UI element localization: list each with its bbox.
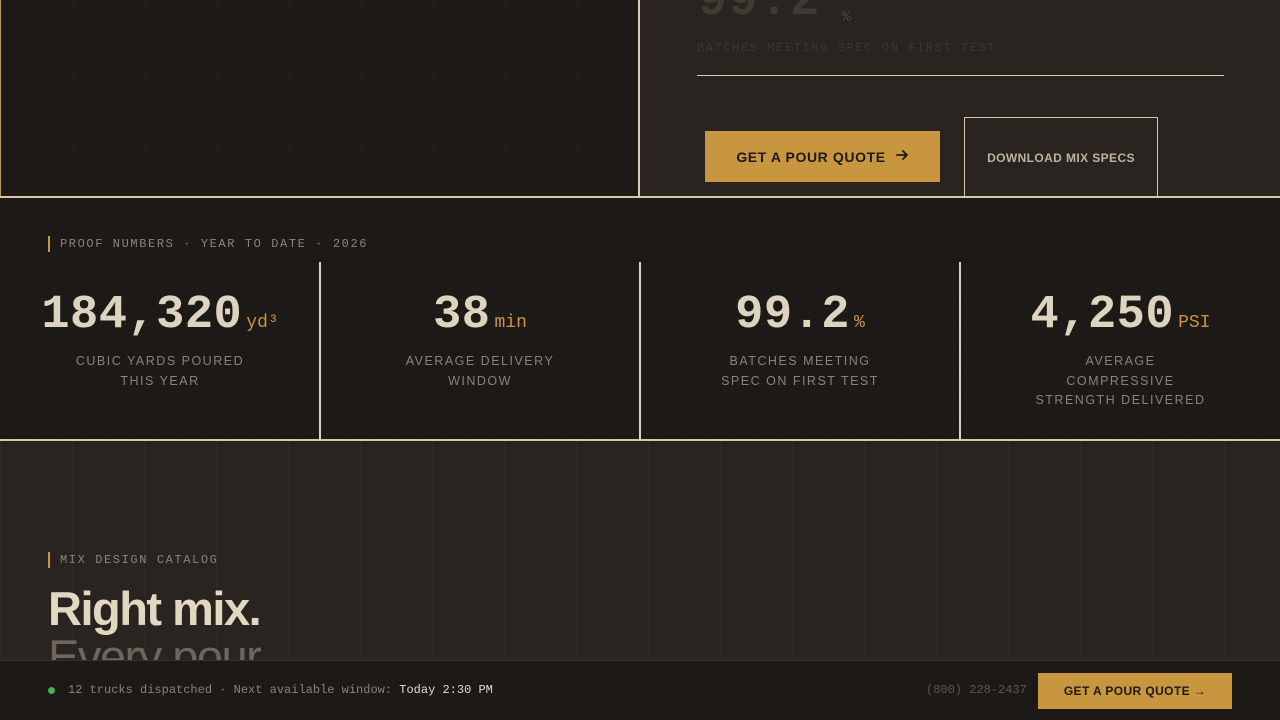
- stat-label-line: WINDOW: [448, 373, 512, 388]
- mix-catalog-section: MIX DESIGN CATALOG Right mix. Every pour…: [0, 441, 1280, 683]
- stat-label-line: SPEC ON FIRST TEST: [721, 373, 879, 388]
- catalog-eyebrow: MIX DESIGN CATALOG: [48, 552, 218, 568]
- arrow-right-icon: [895, 148, 909, 165]
- sticky-dispatch-bar: 12 trucks dispatched · Next available wi…: [0, 660, 1280, 720]
- phone-link[interactable]: (800) 228-2437: [926, 683, 1027, 697]
- stat-grid: 184,320 yd³ CUBIC YARDS POURED THIS YEAR…: [0, 262, 1280, 440]
- hero-stat-value: 99.2: [698, 0, 822, 29]
- proof-eyebrow-text: PROOF NUMBERS · YEAR TO DATE · 2026: [60, 237, 369, 251]
- get-pour-quote-button[interactable]: GET A POUR QUOTE: [705, 131, 940, 182]
- stat-unit: PSI: [1178, 313, 1211, 333]
- stat-label: AVERAGE COMPRESSIVE STRENGTH DELIVERED: [961, 352, 1280, 411]
- eyebrow-accent-bar: [48, 552, 50, 568]
- hero-media-panel: [0, 0, 640, 198]
- stat-value: 184,320: [41, 289, 243, 342]
- stat-label-line: BATCHES MEETING: [729, 354, 871, 368]
- status-dot-icon: [48, 687, 55, 694]
- catalog-eyebrow-text: MIX DESIGN CATALOG: [60, 553, 219, 567]
- stat-label-line: CUBIC YARDS POURED: [75, 354, 245, 368]
- hero-stat-unit: %: [842, 9, 852, 26]
- stat-compressive-strength: 4,250 PSI AVERAGE COMPRESSIVE STRENGTH D…: [959, 262, 1280, 440]
- hero-section: 99.2 % BATCHES MEETING SPEC ON FIRST TES…: [0, 0, 1280, 198]
- stat-batches-spec: 99.2 % BATCHES MEETING SPEC ON FIRST TES…: [639, 262, 959, 440]
- stat-unit: %: [854, 313, 865, 333]
- stat-cubic-yards: 184,320 yd³ CUBIC YARDS POURED THIS YEAR: [0, 262, 320, 440]
- hero-divider: [697, 75, 1224, 76]
- stat-label-line: THIS YEAR: [120, 373, 200, 388]
- stat-label-line: AVERAGE DELIVERY: [405, 354, 555, 368]
- stat-value: 99.2: [735, 289, 850, 342]
- hero-stat-label: BATCHES MEETING SPEC ON FIRST TEST: [697, 41, 997, 55]
- download-mix-specs-button[interactable]: DOWNLOAD MIX SPECS: [964, 117, 1158, 198]
- footer-pour-quote-button[interactable]: GET A POUR QUOTE →: [1038, 673, 1232, 709]
- dispatch-status-text: 12 trucks dispatched · Next available wi…: [68, 683, 400, 697]
- get-pour-quote-label: GET A POUR QUOTE: [736, 148, 886, 165]
- stat-label: BATCHES MEETING SPEC ON FIRST TEST: [641, 352, 959, 391]
- stat-label-line: STRENGTH DELIVERED: [1035, 393, 1206, 407]
- proof-numbers-section: PROOF NUMBERS · YEAR TO DATE · 2026 184,…: [0, 198, 1280, 440]
- stat-unit: yd³: [246, 313, 279, 333]
- stat-delivery-window: 38 min AVERAGE DELIVERY WINDOW: [319, 262, 639, 440]
- catalog-title: Right mix.: [48, 582, 262, 635]
- stat-unit: min: [494, 313, 527, 333]
- next-window-time: Today 2:30 PM: [399, 683, 493, 697]
- stat-label-line: AVERAGE: [1085, 354, 1156, 368]
- proof-eyebrow: PROOF NUMBERS · YEAR TO DATE · 2026: [48, 236, 368, 252]
- hero-content-panel: 99.2 % BATCHES MEETING SPEC ON FIRST TES…: [640, 0, 1280, 198]
- stat-value: 4,250: [1030, 289, 1175, 342]
- stat-label-line: COMPRESSIVE: [1066, 373, 1175, 388]
- stat-label: CUBIC YARDS POURED THIS YEAR: [0, 352, 320, 391]
- stat-label: AVERAGE DELIVERY WINDOW: [321, 352, 639, 391]
- dispatch-status: 12 trucks dispatched · Next available wi…: [68, 683, 493, 697]
- eyebrow-accent-bar: [48, 236, 50, 252]
- stat-value: 38: [433, 289, 491, 342]
